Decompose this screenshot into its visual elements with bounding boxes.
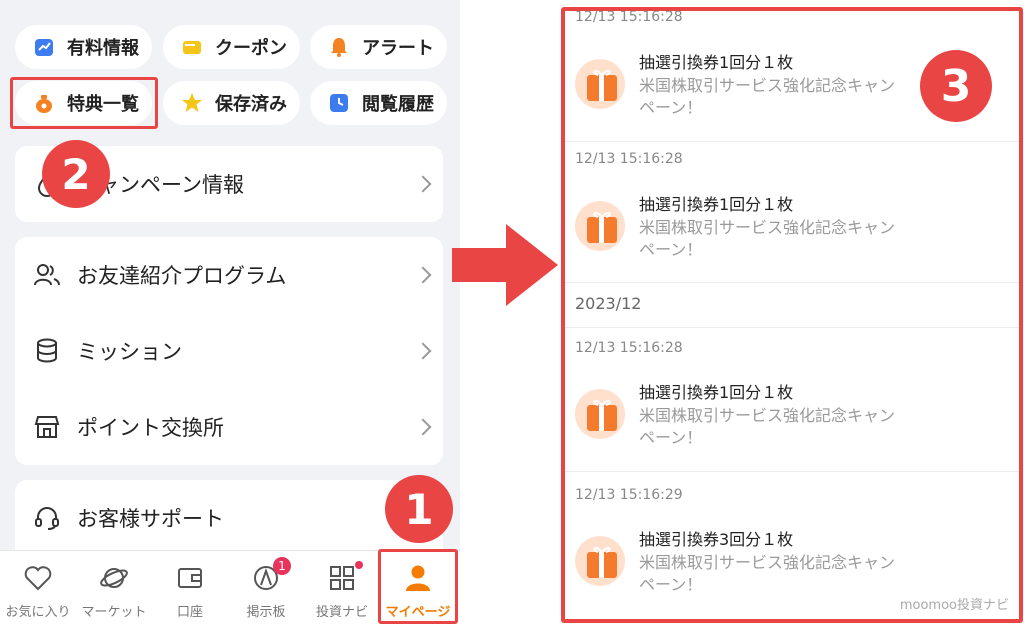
tab-label: 口座 [176,605,203,620]
row-label: ミッション [77,340,182,364]
chip-label: クーポン [215,38,287,59]
callout-step-3: 3 [920,50,992,122]
history-chip[interactable]: 閲覧履歴 [310,81,447,125]
mission-row[interactable]: ミッション [15,321,443,381]
callout-step-1: 1 [385,475,453,543]
heart-icon [23,563,53,593]
bell-icon [328,36,350,58]
star-icon [181,92,203,114]
wallet-icon [175,563,205,593]
people-icon [33,261,61,289]
tab-account[interactable]: 口座 [152,551,228,628]
chip-label: アラート [362,38,434,59]
chip-label: 有料情報 [67,38,139,59]
row-label: ポイント交換所 [77,416,224,440]
chevron-right-icon [414,266,432,284]
row-label: お友達紹介プログラム [77,264,287,288]
planet-icon [99,563,129,593]
history-icon [328,92,350,114]
coins-icon [33,337,61,365]
tab-board[interactable]: 1 掲示板 [228,551,304,628]
notification-badge: 1 [273,557,291,575]
customer-support-row[interactable]: お客様サポート [15,488,443,548]
row-label: お客様サポート [77,507,224,531]
paid-info-chip[interactable]: 有料情報 [15,25,152,69]
tab-label: 掲示板 [246,605,286,620]
dot-badge [355,561,363,569]
chart-bag-icon [33,36,55,58]
tab-invest-navi[interactable]: 投資ナビ [304,551,380,628]
point-exchange-row[interactable]: ポイント交換所 [15,397,443,457]
saved-chip[interactable]: 保存済み [163,81,300,125]
alert-chip[interactable]: アラート [310,25,447,69]
menu-card: お友達紹介プログラム ミッション ポイント交換所 [15,237,443,465]
shop-icon [33,413,61,441]
highlight-box-my-page [378,549,458,624]
my-page-panel: 有料情報 クーポン アラート 特典一覧 保存済み 閲覧履歴 キャンペーン情報 お… [0,0,460,628]
chevron-right-icon [414,175,432,193]
friend-referral-row[interactable]: お友達紹介プログラム [15,245,443,305]
arrow-right-icon [446,220,566,310]
tab-label: マーケット [81,605,147,620]
chip-label: 保存済み [215,94,287,115]
coupon-chip[interactable]: クーポン [163,25,300,69]
highlight-box-benefits [10,77,158,129]
coupon-icon [181,36,203,58]
grid-icon [327,561,363,593]
chip-label: 閲覧履歴 [362,94,434,115]
board-icon: 1 [251,557,291,593]
chevron-right-icon [414,342,432,360]
tab-favorites[interactable]: お気に入り [0,551,76,628]
chevron-right-icon [414,418,432,436]
tab-market[interactable]: マーケット [76,551,152,628]
tab-label: お気に入り [5,605,71,620]
headset-icon [33,504,61,532]
tab-label: 投資ナビ [315,605,368,620]
callout-step-2: 2 [42,140,110,208]
